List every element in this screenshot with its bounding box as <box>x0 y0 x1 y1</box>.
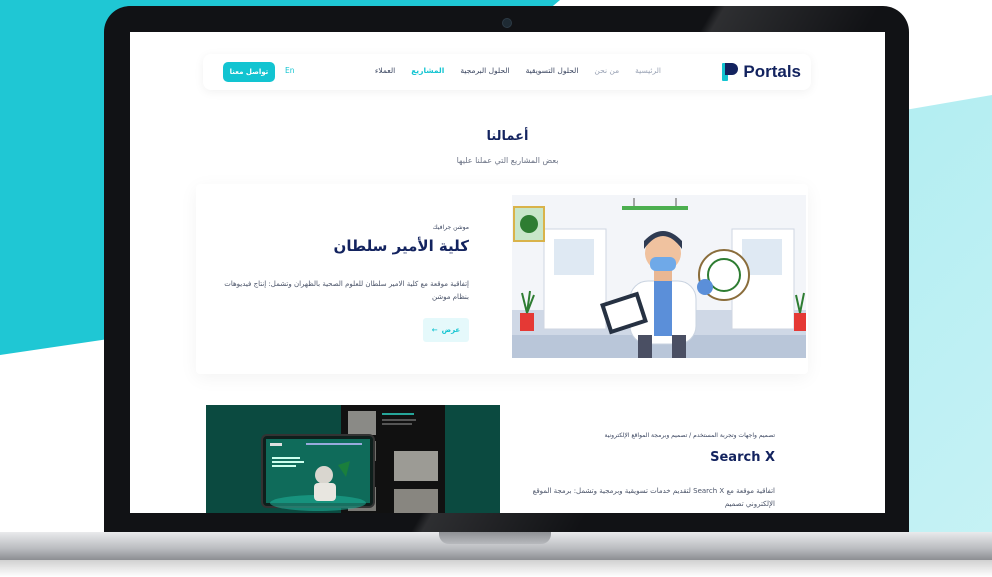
contact-button[interactable]: تواصل معنا <box>223 62 275 82</box>
logo-mark-icon <box>722 63 739 81</box>
page-title: أعمالنا <box>486 129 529 144</box>
nav-link-marketing[interactable]: الحلول التسويقية <box>526 66 579 75</box>
searchx-website-mockup <box>206 405 500 513</box>
project-title-2: Search X <box>710 450 775 465</box>
nav-link-software[interactable]: الحلول البرمجية <box>460 66 509 75</box>
project-screenshot[interactable] <box>206 405 500 513</box>
project-category-2: تصميم واجهات وتجربة المستخدم / تصميم وبر… <box>604 432 775 439</box>
nav-link-projects[interactable]: المشاريع <box>411 66 444 75</box>
project-description: إتفاقية موقعة مع كلية الامير سلطان للعلو… <box>224 280 469 301</box>
nav-link-home[interactable]: الرئيسية <box>635 66 661 75</box>
view-project-button[interactable]: عرض ← <box>423 318 469 342</box>
camera-icon <box>502 18 512 28</box>
nav-link-clients[interactable]: العملاء <box>375 66 395 75</box>
arrow-left-icon: ← <box>431 326 438 334</box>
project-category: موشن جرافيك <box>432 224 469 231</box>
nav-link-about[interactable]: من نحن <box>594 66 619 75</box>
logo-text: Portals <box>743 62 801 81</box>
laptop-shadow <box>0 560 992 577</box>
view-label: عرض <box>441 326 461 334</box>
language-toggle[interactable]: En <box>285 66 295 75</box>
page-subtitle: بعض المشاريع التي عملنا عليها <box>456 156 559 165</box>
laptop-notch <box>439 532 551 544</box>
project-title: كلية الأمير سلطان <box>333 237 469 255</box>
nav-links: الرئيسية من نحن الحلول التسويقية الحلول … <box>375 66 661 75</box>
portals-logo[interactable]: Portals <box>722 62 801 82</box>
project-description-2: اتفاقية موقعة مع Search X لتقديم خدمات ت… <box>532 487 775 508</box>
project-illustration[interactable] <box>512 195 806 358</box>
laptop-screen: Portals الرئيسية من نحن الحلول التسويقية… <box>130 32 885 513</box>
doctor-illustration <box>512 195 806 358</box>
navbar: Portals الرئيسية من نحن الحلول التسويقية… <box>203 54 811 90</box>
